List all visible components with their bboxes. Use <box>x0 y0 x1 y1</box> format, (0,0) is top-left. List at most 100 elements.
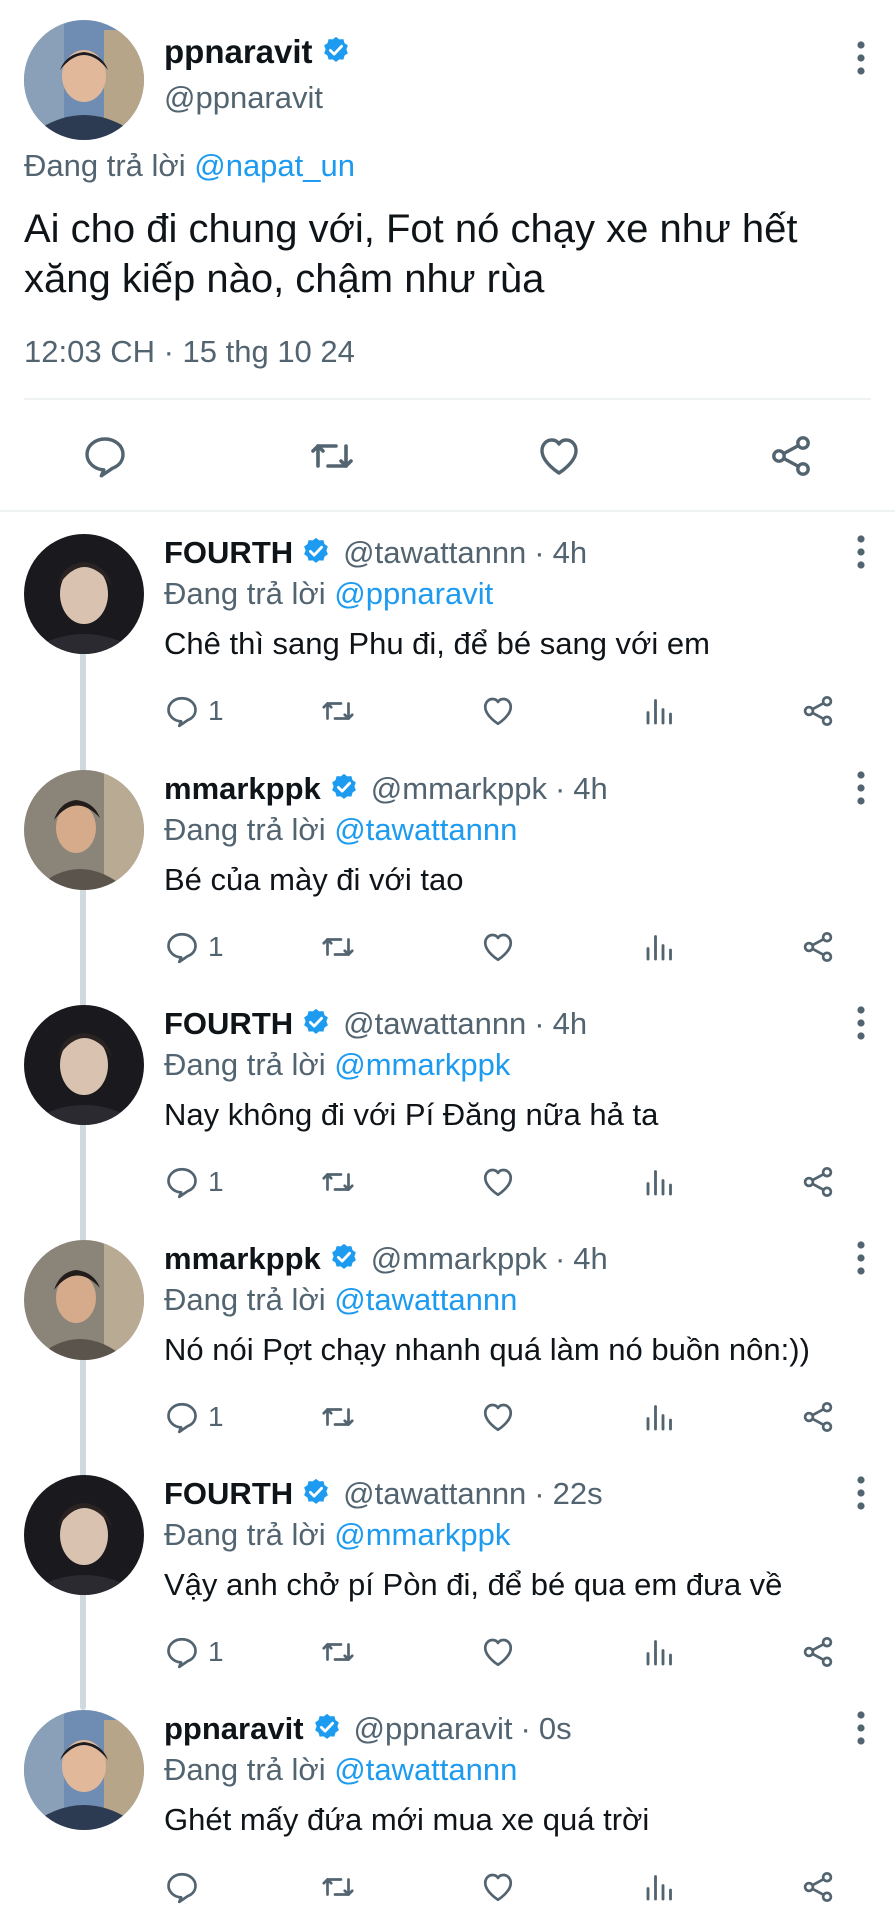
author-name[interactable]: mmarkppk <box>164 1241 321 1277</box>
reply-action[interactable]: 1 <box>164 1392 224 1442</box>
replying-to-link[interactable]: @tawattannn <box>334 1282 517 1317</box>
author-name-row[interactable]: ppnaravit <box>164 30 351 74</box>
reply-time[interactable]: 22s <box>553 1476 603 1512</box>
more-options-icon[interactable] <box>855 40 867 81</box>
views-icon[interactable] <box>642 1627 678 1677</box>
author-name[interactable]: FOURTH <box>164 1476 293 1512</box>
reply-tweet[interactable]: ppnaravit @ppnaravit · 0s Đang trả lời @… <box>0 1696 895 1920</box>
reply-tweet[interactable]: FOURTH @tawattannn · 4h Đang trả lời @pp… <box>0 520 895 756</box>
reply-time[interactable]: 0s <box>539 1711 572 1747</box>
author-name[interactable]: ppnaravit <box>164 1711 304 1747</box>
author-handle[interactable]: @tawattannn <box>343 1006 526 1042</box>
reply-header: mmarkppk @mmarkppk · 4h <box>164 1236 608 1282</box>
reply-tweet[interactable]: mmarkppk @mmarkppk · 4h Đang trả lời @ta… <box>0 756 895 992</box>
more-options-icon[interactable] <box>855 1005 867 1046</box>
reply-time[interactable]: 4h <box>553 535 587 571</box>
reply-icon[interactable] <box>164 1399 200 1435</box>
author-handle[interactable]: @mmarkppk <box>371 1241 547 1277</box>
avatar[interactable] <box>24 1710 144 1830</box>
reply-action[interactable]: 1 <box>164 1627 224 1677</box>
author-handle[interactable]: @ppnaravit <box>164 80 323 116</box>
replying-to-link[interactable]: @tawattannn <box>334 812 517 847</box>
share-icon[interactable] <box>800 922 836 972</box>
author-handle[interactable]: @tawattannn <box>343 535 526 571</box>
avatar[interactable] <box>24 1005 144 1125</box>
author-name[interactable]: ppnaravit <box>164 33 313 71</box>
author-name[interactable]: FOURTH <box>164 535 293 571</box>
avatar[interactable] <box>24 534 144 654</box>
views-icon[interactable] <box>642 1392 678 1442</box>
author-name[interactable]: FOURTH <box>164 1006 293 1042</box>
like-icon[interactable] <box>480 1157 516 1207</box>
retweet-icon[interactable] <box>320 1392 356 1442</box>
views-icon[interactable] <box>642 1157 678 1207</box>
like-icon[interactable] <box>529 426 589 486</box>
share-icon[interactable] <box>800 1157 836 1207</box>
replying-to-link[interactable]: @ppnaravit <box>334 576 493 611</box>
share-icon[interactable] <box>800 1392 836 1442</box>
reply-actions: 1 <box>164 922 864 972</box>
replying-to-link[interactable]: @mmarkppk <box>334 1517 510 1552</box>
reply-time[interactable]: 4h <box>573 771 607 807</box>
reply-icon[interactable] <box>164 1634 200 1670</box>
avatar[interactable] <box>24 20 144 140</box>
share-icon[interactable] <box>800 1627 836 1677</box>
like-icon[interactable] <box>480 1627 516 1677</box>
retweet-icon[interactable] <box>320 686 356 736</box>
retweet-icon[interactable] <box>320 1157 356 1207</box>
like-icon[interactable] <box>480 1862 516 1912</box>
replying-to-link[interactable]: @napat_un <box>194 148 355 183</box>
reply-action[interactable]: 1 <box>164 686 224 736</box>
share-icon[interactable] <box>761 426 821 486</box>
reply-icon[interactable] <box>164 929 200 965</box>
more-options-icon[interactable] <box>855 770 867 811</box>
avatar[interactable] <box>24 770 144 890</box>
like-icon[interactable] <box>480 922 516 972</box>
reply-count: 1 <box>208 931 224 962</box>
reply-icon[interactable] <box>164 1164 200 1200</box>
reply-tweet[interactable]: FOURTH @tawattannn · 4h Đang trả lời @mm… <box>0 991 895 1227</box>
author-handle[interactable]: @mmarkppk <box>371 771 547 807</box>
verified-badge-icon <box>301 536 331 571</box>
retweet-icon[interactable] <box>320 1627 356 1677</box>
more-options-icon[interactable] <box>855 1240 867 1281</box>
replying-to-link[interactable]: @mmarkppk <box>334 1047 510 1082</box>
replying-prefix: Đang trả lời <box>24 148 195 183</box>
views-icon[interactable] <box>642 1862 678 1912</box>
more-options-icon[interactable] <box>855 1710 867 1751</box>
reply-tweet[interactable]: FOURTH @tawattannn · 22s Đang trả lời @m… <box>0 1461 895 1697</box>
author-handle[interactable]: @ppnaravit <box>354 1711 513 1747</box>
reply-action[interactable] <box>164 1862 208 1912</box>
reply-time[interactable]: 4h <box>553 1006 587 1042</box>
avatar[interactable] <box>24 1475 144 1595</box>
reply-header: FOURTH @tawattannn · 4h <box>164 530 587 576</box>
retweet-icon[interactable] <box>320 922 356 972</box>
views-icon[interactable] <box>642 922 678 972</box>
reply-action[interactable]: 1 <box>164 1157 224 1207</box>
author-name[interactable]: mmarkppk <box>164 771 321 807</box>
like-icon[interactable] <box>480 1392 516 1442</box>
views-icon[interactable] <box>642 686 678 736</box>
share-icon[interactable] <box>800 686 836 736</box>
more-options-icon[interactable] <box>855 1475 867 1516</box>
reply-time[interactable]: 4h <box>573 1241 607 1277</box>
reply-icon[interactable] <box>164 1869 200 1905</box>
reply-tweet[interactable]: mmarkppk @mmarkppk · 4h Đang trả lời @ta… <box>0 1226 895 1462</box>
reply-icon[interactable] <box>164 693 200 729</box>
avatar[interactable] <box>24 1240 144 1360</box>
author-handle[interactable]: @tawattannn <box>343 1476 526 1512</box>
retweet-icon[interactable] <box>302 426 362 486</box>
like-icon[interactable] <box>480 686 516 736</box>
reply-action[interactable]: 1 <box>164 922 224 972</box>
tweet-timestamp[interactable]: 12:03 CH · 15 thg 10 24 <box>24 334 355 370</box>
separator-dot: · <box>534 535 545 570</box>
reply-icon[interactable] <box>75 426 135 486</box>
retweet-icon[interactable] <box>320 1862 356 1912</box>
reply-header: FOURTH @tawattannn · 4h <box>164 1001 587 1047</box>
replying-to: Đang trả lời @tawattannn <box>164 812 517 848</box>
tweet-actions <box>0 420 895 490</box>
more-options-icon[interactable] <box>855 534 867 575</box>
replying-prefix: Đang trả lời <box>164 1282 335 1317</box>
replying-to-link[interactable]: @tawattannn <box>334 1752 517 1787</box>
share-icon[interactable] <box>800 1862 836 1912</box>
